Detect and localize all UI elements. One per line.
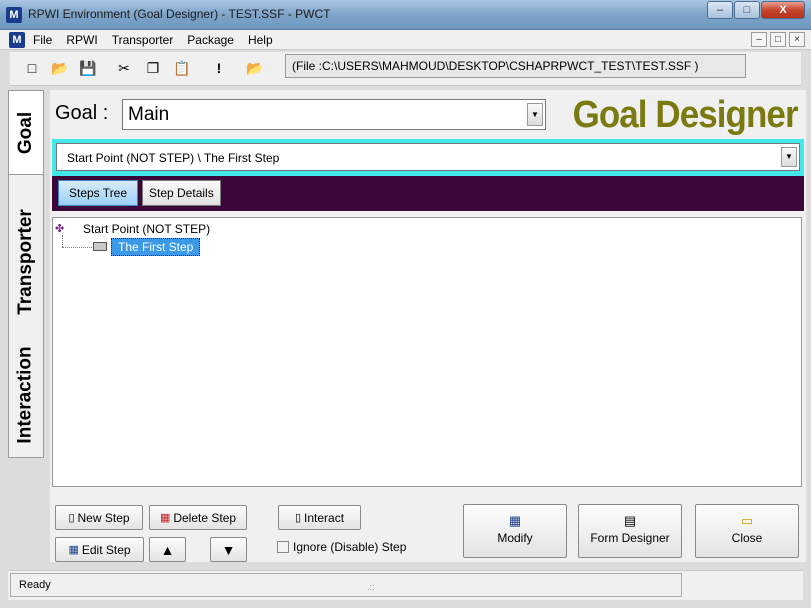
app-icon: M xyxy=(6,7,22,23)
menu-package[interactable]: Package xyxy=(187,33,234,47)
new-step-button[interactable]: ▯ New Step xyxy=(55,505,143,530)
title-bar: M RPWI Environment (Goal Designer) - TES… xyxy=(0,0,811,30)
side-tab-goal[interactable]: Goal xyxy=(9,91,43,175)
side-tab-interaction[interactable]: Interaction xyxy=(9,337,43,453)
ignore-step-option[interactable]: Ignore (Disable) Step xyxy=(277,540,406,554)
modify-label: Modify xyxy=(497,531,533,545)
move-down-button[interactable]: ▼ xyxy=(210,537,247,562)
side-tab-goal-label: Goal xyxy=(15,111,37,154)
open-project-icon[interactable]: 📂 xyxy=(245,58,265,78)
toolbar: □ 📂 💾 ✂ ❐ 📋 ! 📂 (File :C:\USERS\MAHMOUD\… xyxy=(10,52,801,86)
open-folder-icon[interactable]: 📂 xyxy=(50,58,70,78)
delete-step-label: Delete Step xyxy=(173,510,237,525)
side-tab-transporter-label: Transporter xyxy=(15,209,36,315)
tab-step-details[interactable]: Step Details xyxy=(142,180,221,206)
tree-connector xyxy=(62,247,92,248)
start-point-icon: ✤ xyxy=(55,223,65,235)
menu-file[interactable]: File xyxy=(33,33,52,47)
status-panel: Ready .:: xyxy=(10,573,682,597)
menu-bar: M File RPWI Transporter Package Help – □… xyxy=(0,30,811,50)
goal-select[interactable]: Main ▼ xyxy=(122,99,546,130)
menu-transporter[interactable]: Transporter xyxy=(112,33,174,47)
delete-step-icon: ▦ xyxy=(159,512,171,524)
status-bar: Ready .:: xyxy=(8,570,803,600)
tree-root-node[interactable]: ✤ Start Point (NOT STEP) xyxy=(55,222,210,236)
new-step-icon: ▯ xyxy=(68,512,75,524)
form-designer-icon: ▤ xyxy=(623,513,637,528)
edit-step-button[interactable]: ▦ Edit Step xyxy=(55,537,144,562)
status-text: Ready xyxy=(19,579,51,591)
side-tabs: Goal Transporter Interaction xyxy=(8,90,44,458)
menu-rpwi[interactable]: RPWI xyxy=(66,33,97,47)
interact-icon: ▯ xyxy=(294,512,302,524)
resize-grip-icon: .:: xyxy=(367,582,375,592)
goal-selected-value: Main xyxy=(128,104,170,125)
minimize-button[interactable]: – xyxy=(707,1,733,19)
tab-steps-tree[interactable]: Steps Tree xyxy=(58,180,139,206)
delete-step-button[interactable]: ▦ Delete Step xyxy=(149,505,247,530)
tree-root-label: Start Point (NOT STEP) xyxy=(83,222,211,236)
goal-label: Goal : xyxy=(55,102,109,124)
step-path-bar: Start Point (NOT STEP) \ The First Step … xyxy=(52,139,804,176)
chevron-down-icon[interactable]: ▼ xyxy=(781,147,797,167)
move-up-button[interactable]: ▲ xyxy=(149,537,186,562)
file-path-display: (File :C:\USERS\MAHMOUD\DESKTOP\CSHAPRPW… xyxy=(285,54,746,78)
side-tab-interaction-label: Interaction xyxy=(15,346,36,444)
mdi-minimize-button[interactable]: – xyxy=(751,32,767,47)
new-file-icon[interactable]: □ xyxy=(22,58,42,78)
window-controls: – □ X xyxy=(706,1,805,19)
new-step-label: New Step xyxy=(77,510,130,525)
steps-tree[interactable]: ✤ Start Point (NOT STEP) The First Step xyxy=(52,217,802,487)
close-window-button[interactable]: X xyxy=(761,1,805,19)
chevron-down-icon[interactable]: ▼ xyxy=(527,103,543,126)
close-label: Close xyxy=(731,531,763,545)
mdi-close-button[interactable]: × xyxy=(789,32,805,47)
close-folder-icon: ▭ xyxy=(740,513,754,528)
modify-icon: ▦ xyxy=(508,513,522,528)
run-icon[interactable]: ! xyxy=(209,58,229,78)
copy-icon[interactable]: ❐ xyxy=(143,58,163,78)
mdi-restore-button[interactable]: □ xyxy=(770,32,786,47)
save-icon[interactable]: 💾 xyxy=(78,58,98,78)
tree-child-node[interactable]: The First Step xyxy=(111,238,201,256)
tab-bar: Steps Tree Step Details xyxy=(52,176,804,211)
designer-title: Goal Designer xyxy=(572,94,799,136)
cut-icon[interactable]: ✂ xyxy=(114,58,134,78)
side-tab-transporter[interactable]: Transporter xyxy=(9,187,43,337)
edit-step-label: Edit Step xyxy=(81,542,131,557)
interact-button[interactable]: ▯ Interact xyxy=(278,505,361,530)
tree-connector xyxy=(62,235,63,247)
ignore-step-label: Ignore (Disable) Step xyxy=(293,540,407,554)
window-title: RPWI Environment (Goal Designer) - TEST.… xyxy=(28,7,331,21)
document-icon[interactable]: M xyxy=(9,32,25,48)
step-path-value: Start Point (NOT STEP) \ The First Step xyxy=(67,151,280,165)
ignore-step-checkbox[interactable] xyxy=(277,541,289,553)
modify-button[interactable]: ▦ Modify xyxy=(463,504,567,558)
menu-help[interactable]: Help xyxy=(248,33,273,47)
close-button[interactable]: ▭ Close xyxy=(695,504,799,558)
form-designer-button[interactable]: ▤ Form Designer xyxy=(578,504,682,558)
edit-step-icon: ▦ xyxy=(68,544,79,556)
step-path-select[interactable]: Start Point (NOT STEP) \ The First Step … xyxy=(56,143,800,171)
goal-designer-panel: Goal : Main ▼ Goal Designer Start Point … xyxy=(50,90,806,562)
paste-icon[interactable]: 📋 xyxy=(172,58,192,78)
interact-label: Interact xyxy=(304,510,345,525)
step-icon xyxy=(93,242,107,251)
maximize-button[interactable]: □ xyxy=(734,1,760,19)
form-designer-label: Form Designer xyxy=(590,531,670,545)
